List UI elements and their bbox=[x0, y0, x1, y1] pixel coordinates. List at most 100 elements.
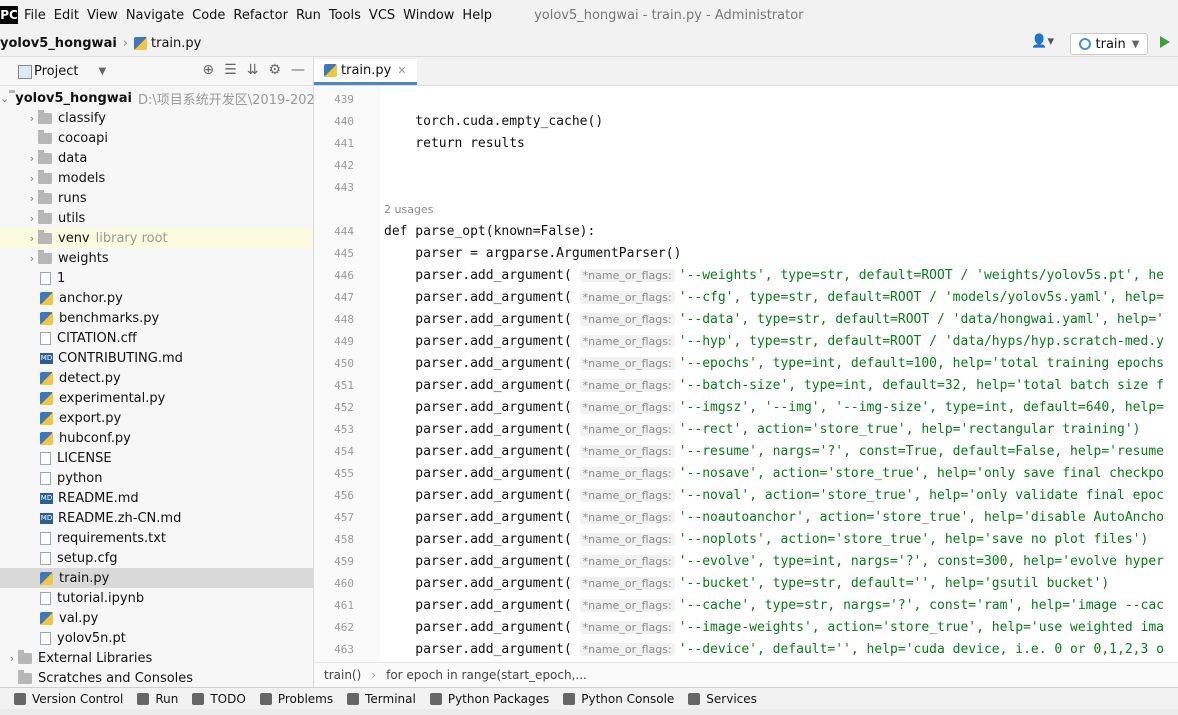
tree-item[interactable]: › runs bbox=[0, 188, 313, 208]
tree-item[interactable]: MD README.md bbox=[0, 488, 313, 508]
project-panel-title[interactable]: Project bbox=[34, 64, 78, 79]
menu-view[interactable]: View bbox=[87, 8, 118, 23]
chevron-right-icon[interactable]: › bbox=[26, 152, 38, 165]
tree-item[interactable]: anchor.py bbox=[0, 288, 313, 308]
breadcrumb-project[interactable]: yolov5_hongwai bbox=[0, 36, 117, 51]
menu-file[interactable]: File bbox=[24, 8, 46, 23]
menu-vcs[interactable]: VCS bbox=[369, 8, 395, 23]
tree-item[interactable]: hubconf.py bbox=[0, 428, 313, 448]
code-line[interactable]: 462 parser.add_argument( *name_or_flags:… bbox=[314, 617, 1164, 639]
run-icon[interactable] bbox=[1160, 36, 1170, 48]
code-line[interactable]: 448 parser.add_argument( *name_or_flags:… bbox=[314, 309, 1164, 331]
tree-item[interactable]: train.py bbox=[0, 568, 313, 588]
chevron-right-icon[interactable]: › bbox=[26, 112, 38, 125]
locate-icon[interactable]: ⊕ bbox=[202, 62, 214, 78]
menu-navigate[interactable]: Navigate bbox=[126, 8, 184, 23]
code-line[interactable]: 449 parser.add_argument( *name_or_flags:… bbox=[314, 331, 1164, 353]
menu-run[interactable]: Run bbox=[296, 8, 321, 23]
tree-item[interactable]: › utils bbox=[0, 208, 313, 228]
tree-item[interactable]: › venv library root bbox=[0, 228, 313, 248]
tool-services[interactable]: Services bbox=[688, 692, 757, 706]
code-line[interactable]: 459 parser.add_argument( *name_or_flags:… bbox=[314, 551, 1164, 573]
minimize-icon[interactable]: — bbox=[291, 62, 305, 78]
tree-item[interactable]: yolov5n.pt bbox=[0, 628, 313, 648]
tool-terminal[interactable]: Terminal bbox=[347, 692, 416, 706]
chevron-down-icon[interactable]: ▼ bbox=[98, 66, 106, 77]
tree-item[interactable]: setup.cfg bbox=[0, 548, 313, 568]
tree-item[interactable]: python bbox=[0, 468, 313, 488]
chevron-right-icon[interactable]: › bbox=[26, 232, 38, 245]
code-line[interactable]: 450 parser.add_argument( *name_or_flags:… bbox=[314, 353, 1164, 375]
breadcrumb-loop[interactable]: for epoch in range(start_epoch,... bbox=[386, 668, 587, 682]
tree-item[interactable]: CITATION.cff bbox=[0, 328, 313, 348]
code-line[interactable]: 453 parser.add_argument( *name_or_flags:… bbox=[314, 419, 1140, 441]
run-config-selector[interactable]: train ▼ bbox=[1070, 33, 1148, 55]
tree-root[interactable]: ⌄ yolov5_hongwai D:\项目系统开发区\2019-2024 bbox=[0, 88, 323, 108]
code-line[interactable]: 461 parser.add_argument( *name_or_flags:… bbox=[314, 595, 1164, 617]
usages-hint[interactable]: 2 usages bbox=[384, 203, 433, 216]
tool-run[interactable]: Run bbox=[137, 692, 178, 706]
tree-item[interactable]: › data bbox=[0, 148, 313, 168]
tree-item[interactable]: MD README.zh-CN.md bbox=[0, 508, 313, 528]
code-line[interactable]: 443 bbox=[314, 177, 354, 199]
tree-item[interactable]: › models bbox=[0, 168, 313, 188]
tree-item[interactable]: requirements.txt bbox=[0, 528, 313, 548]
code-line[interactable]: 451 parser.add_argument( *name_or_flags:… bbox=[314, 375, 1164, 397]
menu-code[interactable]: Code bbox=[192, 8, 225, 23]
tree-item[interactable]: › External Libraries bbox=[0, 648, 313, 668]
collapse-all-icon[interactable]: ⇊ bbox=[247, 62, 259, 78]
gear-icon[interactable]: ⚙ bbox=[268, 62, 281, 78]
chevron-right-icon[interactable]: › bbox=[26, 252, 38, 265]
menu-edit[interactable]: Edit bbox=[54, 8, 79, 23]
tree-item[interactable]: experimental.py bbox=[0, 388, 313, 408]
tool-problems[interactable]: Problems bbox=[259, 692, 333, 706]
code-line[interactable]: 439 bbox=[314, 89, 354, 111]
tree-item[interactable]: › classify bbox=[0, 108, 313, 128]
tree-item[interactable]: export.py bbox=[0, 408, 313, 428]
code-line[interactable]: 446 parser.add_argument( *name_or_flags:… bbox=[314, 265, 1164, 287]
code-line[interactable]: 444 def parse_opt(known=False): bbox=[314, 221, 595, 243]
menu-help[interactable]: Help bbox=[462, 8, 492, 23]
chevron-right-icon[interactable]: › bbox=[26, 172, 38, 185]
code-line[interactable]: 455 parser.add_argument( *name_or_flags:… bbox=[314, 463, 1164, 485]
menu-refactor[interactable]: Refactor bbox=[233, 8, 288, 23]
tool-python-packages[interactable]: Python Packages bbox=[429, 692, 549, 706]
tool-todo[interactable]: TODO bbox=[192, 692, 246, 706]
menu-tools[interactable]: Tools bbox=[329, 8, 361, 23]
code-line[interactable]: 441 return results bbox=[314, 133, 525, 155]
code-line[interactable]: 463 parser.add_argument( *name_or_flags:… bbox=[314, 639, 1164, 661]
tab-train-py[interactable]: train.py ✕ bbox=[314, 59, 417, 85]
code-line[interactable]: 456 parser.add_argument( *name_or_flags:… bbox=[314, 485, 1164, 507]
tree-item[interactable]: › weights bbox=[0, 248, 313, 268]
code-line[interactable]: 457 parser.add_argument( *name_or_flags:… bbox=[314, 507, 1164, 529]
chevron-right-icon[interactable]: › bbox=[6, 652, 18, 665]
tree-item[interactable]: Scratches and Consoles bbox=[0, 668, 313, 688]
tree-item[interactable]: cocoapi bbox=[0, 128, 313, 148]
breadcrumb-file[interactable]: train.py bbox=[134, 36, 201, 51]
breadcrumb-function[interactable]: train() bbox=[324, 668, 361, 682]
tool-python-console[interactable]: Python Console bbox=[563, 692, 674, 706]
tree-item[interactable]: val.py bbox=[0, 608, 313, 628]
code-line[interactable]: 445 parser = argparse.ArgumentParser() bbox=[314, 243, 681, 265]
tree-item[interactable]: LICENSE bbox=[0, 448, 313, 468]
tree-item[interactable]: 1 bbox=[0, 268, 313, 288]
expand-all-icon[interactable]: ☰ bbox=[224, 62, 237, 78]
code-line[interactable]: 460 parser.add_argument( *name_or_flags:… bbox=[314, 573, 1109, 595]
menu-window[interactable]: Window bbox=[403, 8, 454, 23]
tree-item[interactable]: benchmarks.py bbox=[0, 308, 313, 328]
tree-item[interactable]: MD CONTRIBUTING.md bbox=[0, 348, 313, 368]
tool-version-control[interactable]: Version Control bbox=[14, 692, 123, 706]
code-line[interactable]: 452 parser.add_argument( *name_or_flags:… bbox=[314, 397, 1164, 419]
close-icon[interactable]: ✕ bbox=[397, 64, 406, 77]
code-line[interactable]: 454 parser.add_argument( *name_or_flags:… bbox=[314, 441, 1164, 463]
chevron-right-icon[interactable]: › bbox=[26, 192, 38, 205]
tree-item[interactable]: tutorial.ipynb bbox=[0, 588, 313, 608]
markdown-file-icon: MD bbox=[40, 512, 53, 524]
code-line[interactable]: 447 parser.add_argument( *name_or_flags:… bbox=[314, 287, 1164, 309]
code-line[interactable]: 442 bbox=[314, 155, 354, 177]
code-line[interactable]: 458 parser.add_argument( *name_or_flags:… bbox=[314, 529, 1148, 551]
tree-item[interactable]: detect.py bbox=[0, 368, 313, 388]
chevron-right-icon[interactable]: › bbox=[26, 212, 38, 225]
code-line[interactable]: 440 torch.cuda.empty_cache() bbox=[314, 111, 603, 133]
user-icon[interactable]: 👤▾ bbox=[1031, 34, 1054, 49]
